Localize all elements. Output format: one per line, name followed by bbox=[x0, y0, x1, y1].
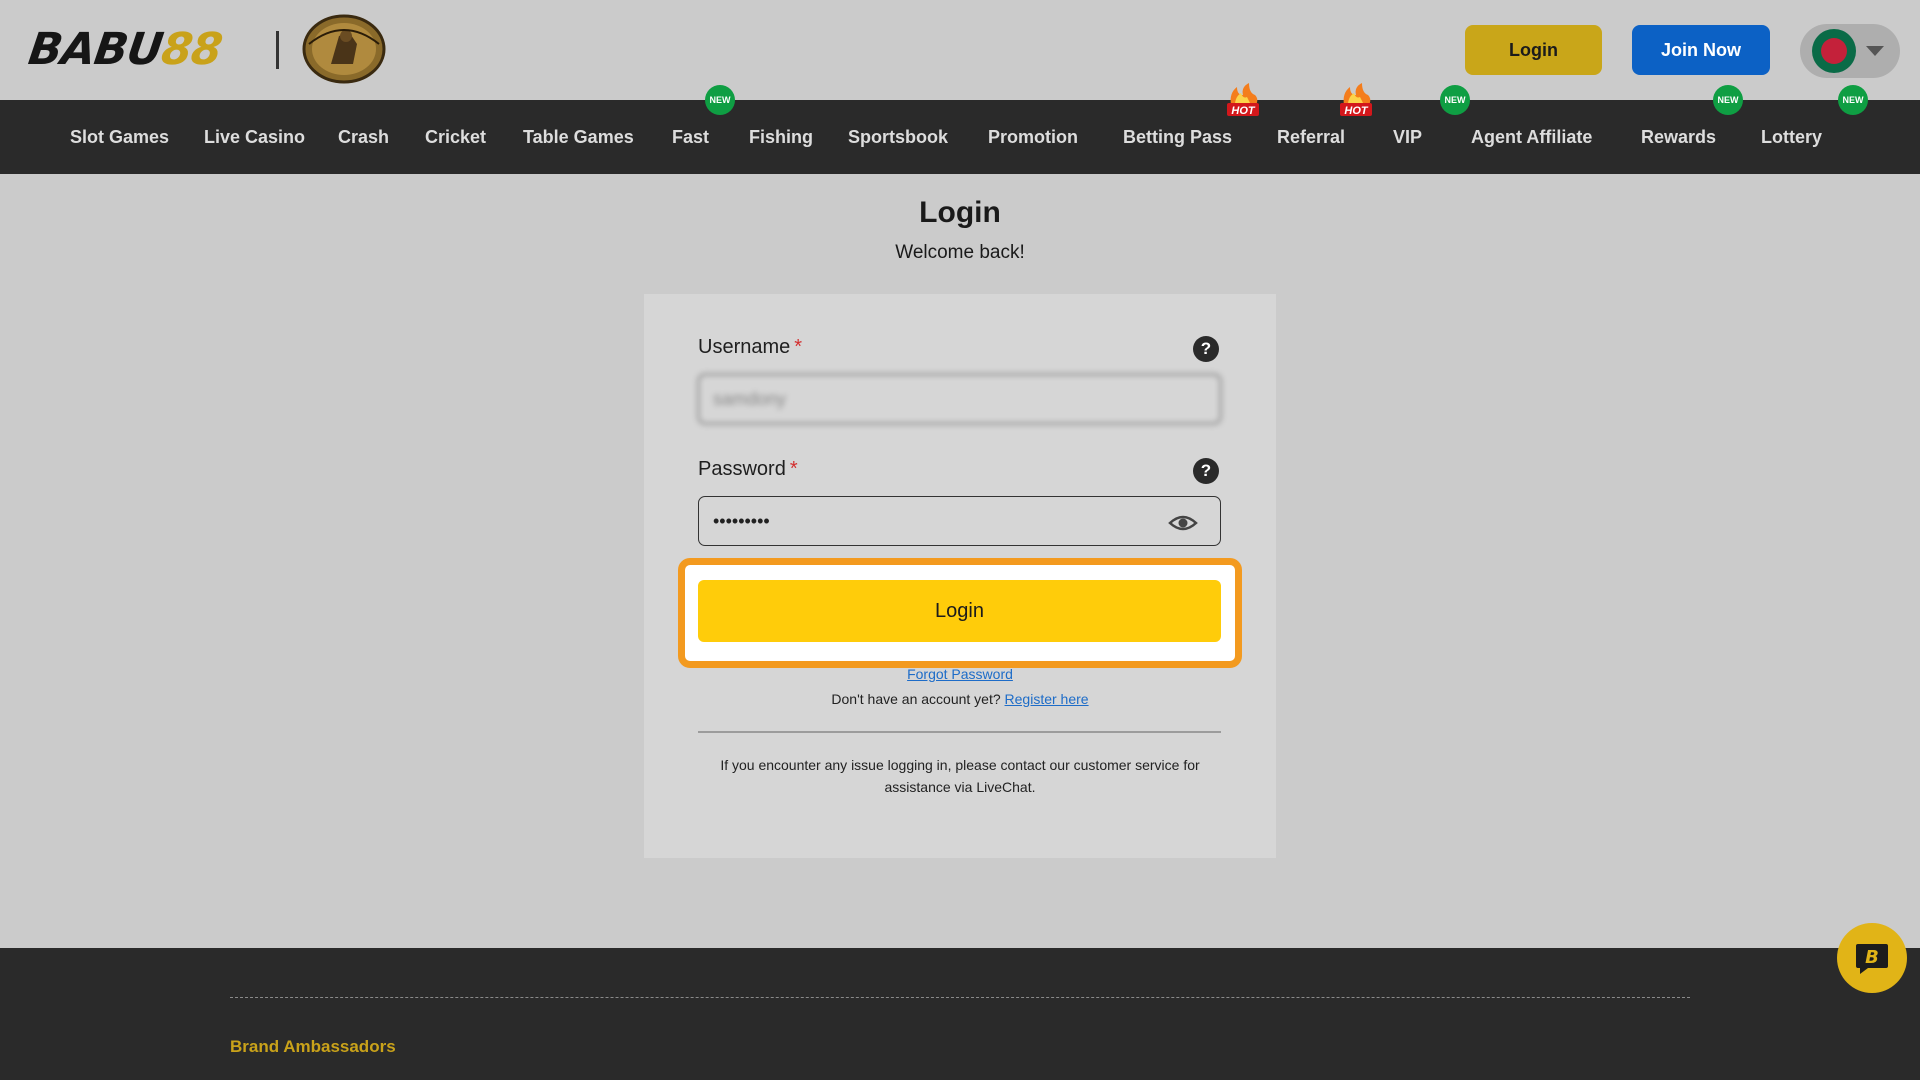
hot-fire-badge-icon: HOT bbox=[1227, 83, 1259, 117]
svg-text:HOT: HOT bbox=[1344, 105, 1369, 117]
svg-text:B: B bbox=[1865, 947, 1879, 968]
language-selector[interactable] bbox=[1800, 24, 1900, 78]
nav-item-fishing[interactable]: Fishing bbox=[749, 100, 813, 174]
logo-text: BABU bbox=[25, 24, 166, 75]
password-label: Password * bbox=[698, 458, 798, 480]
username-input[interactable] bbox=[698, 374, 1221, 424]
logo-divider bbox=[276, 31, 279, 69]
nav-item-fast[interactable]: Fast bbox=[672, 100, 709, 174]
username-label: Username * bbox=[698, 336, 803, 358]
nav-item-lottery[interactable]: Lottery bbox=[1761, 100, 1822, 174]
nav-item-table-games[interactable]: Table Games bbox=[523, 100, 634, 174]
nav-item-rewards[interactable]: Rewards bbox=[1641, 100, 1716, 174]
register-prompt: Don't have an account yet? Register here bbox=[644, 691, 1276, 707]
page-title: Login bbox=[919, 196, 1001, 229]
chat-bubble-icon: B bbox=[1856, 944, 1888, 974]
site-footer: Brand Ambassadors bbox=[0, 948, 1920, 1080]
nav-item-referral[interactable]: Referral bbox=[1277, 100, 1345, 174]
logo-number: 88 bbox=[158, 24, 225, 75]
password-help-icon[interactable]: ? bbox=[1193, 458, 1219, 484]
show-password-eye-icon[interactable] bbox=[1168, 508, 1198, 538]
main-nav: Slot Games Live Casino Crash Cricket Tab… bbox=[0, 100, 1920, 174]
header-login-button[interactable]: Login bbox=[1465, 25, 1602, 75]
card-divider bbox=[698, 731, 1221, 733]
nav-item-sportsbook[interactable]: Sportsbook bbox=[848, 100, 948, 174]
nav-item-betting-pass[interactable]: Betting Pass bbox=[1123, 100, 1232, 174]
password-input[interactable] bbox=[698, 496, 1221, 546]
bangladesh-flag-icon bbox=[1812, 29, 1856, 73]
site-header: BABU88 Login Join Now bbox=[0, 0, 1920, 100]
livechat-help-text: If you encounter any issue logging in, p… bbox=[720, 757, 1200, 795]
new-badge-vip: NEW bbox=[1440, 85, 1470, 115]
login-card: Username* ? Password* ? Login Forgot Pas… bbox=[644, 294, 1276, 858]
nav-item-agent-affiliate[interactable]: Agent Affiliate bbox=[1471, 100, 1592, 174]
northern-warriors-emblem-icon bbox=[302, 14, 386, 84]
nav-item-crash[interactable]: Crash bbox=[338, 100, 389, 174]
footer-divider bbox=[230, 997, 1690, 998]
register-link[interactable]: Register here bbox=[1005, 691, 1089, 707]
join-now-button[interactable]: Join Now bbox=[1632, 25, 1770, 75]
nav-item-slot-games[interactable]: Slot Games bbox=[70, 100, 169, 174]
svg-text:HOT: HOT bbox=[1231, 105, 1256, 117]
new-badge-lottery: NEW bbox=[1838, 85, 1868, 115]
new-badge-fast: NEW bbox=[705, 85, 735, 115]
required-mark: * bbox=[789, 458, 798, 480]
no-account-text: Don't have an account yet? bbox=[831, 691, 1001, 707]
forgot-password-link[interactable]: Forgot Password bbox=[644, 666, 1276, 682]
babu88-logo[interactable]: BABU88 bbox=[25, 24, 224, 75]
livechat-button[interactable]: B bbox=[1837, 923, 1907, 993]
page-subtitle: Welcome back! bbox=[895, 242, 1025, 263]
new-badge-rewards: NEW bbox=[1713, 85, 1743, 115]
chevron-down-icon bbox=[1866, 46, 1884, 56]
login-submit-button[interactable]: Login bbox=[698, 580, 1221, 642]
required-mark: * bbox=[794, 336, 803, 358]
nav-item-live-casino[interactable]: Live Casino bbox=[204, 100, 305, 174]
username-help-icon[interactable]: ? bbox=[1193, 336, 1219, 362]
footer-brand-ambassadors-heading: Brand Ambassadors bbox=[230, 1037, 396, 1056]
nav-item-cricket[interactable]: Cricket bbox=[425, 100, 486, 174]
hot-fire-badge-icon: HOT bbox=[1340, 83, 1372, 117]
nav-item-vip[interactable]: VIP bbox=[1393, 100, 1422, 174]
nav-item-promotion[interactable]: Promotion bbox=[988, 100, 1078, 174]
